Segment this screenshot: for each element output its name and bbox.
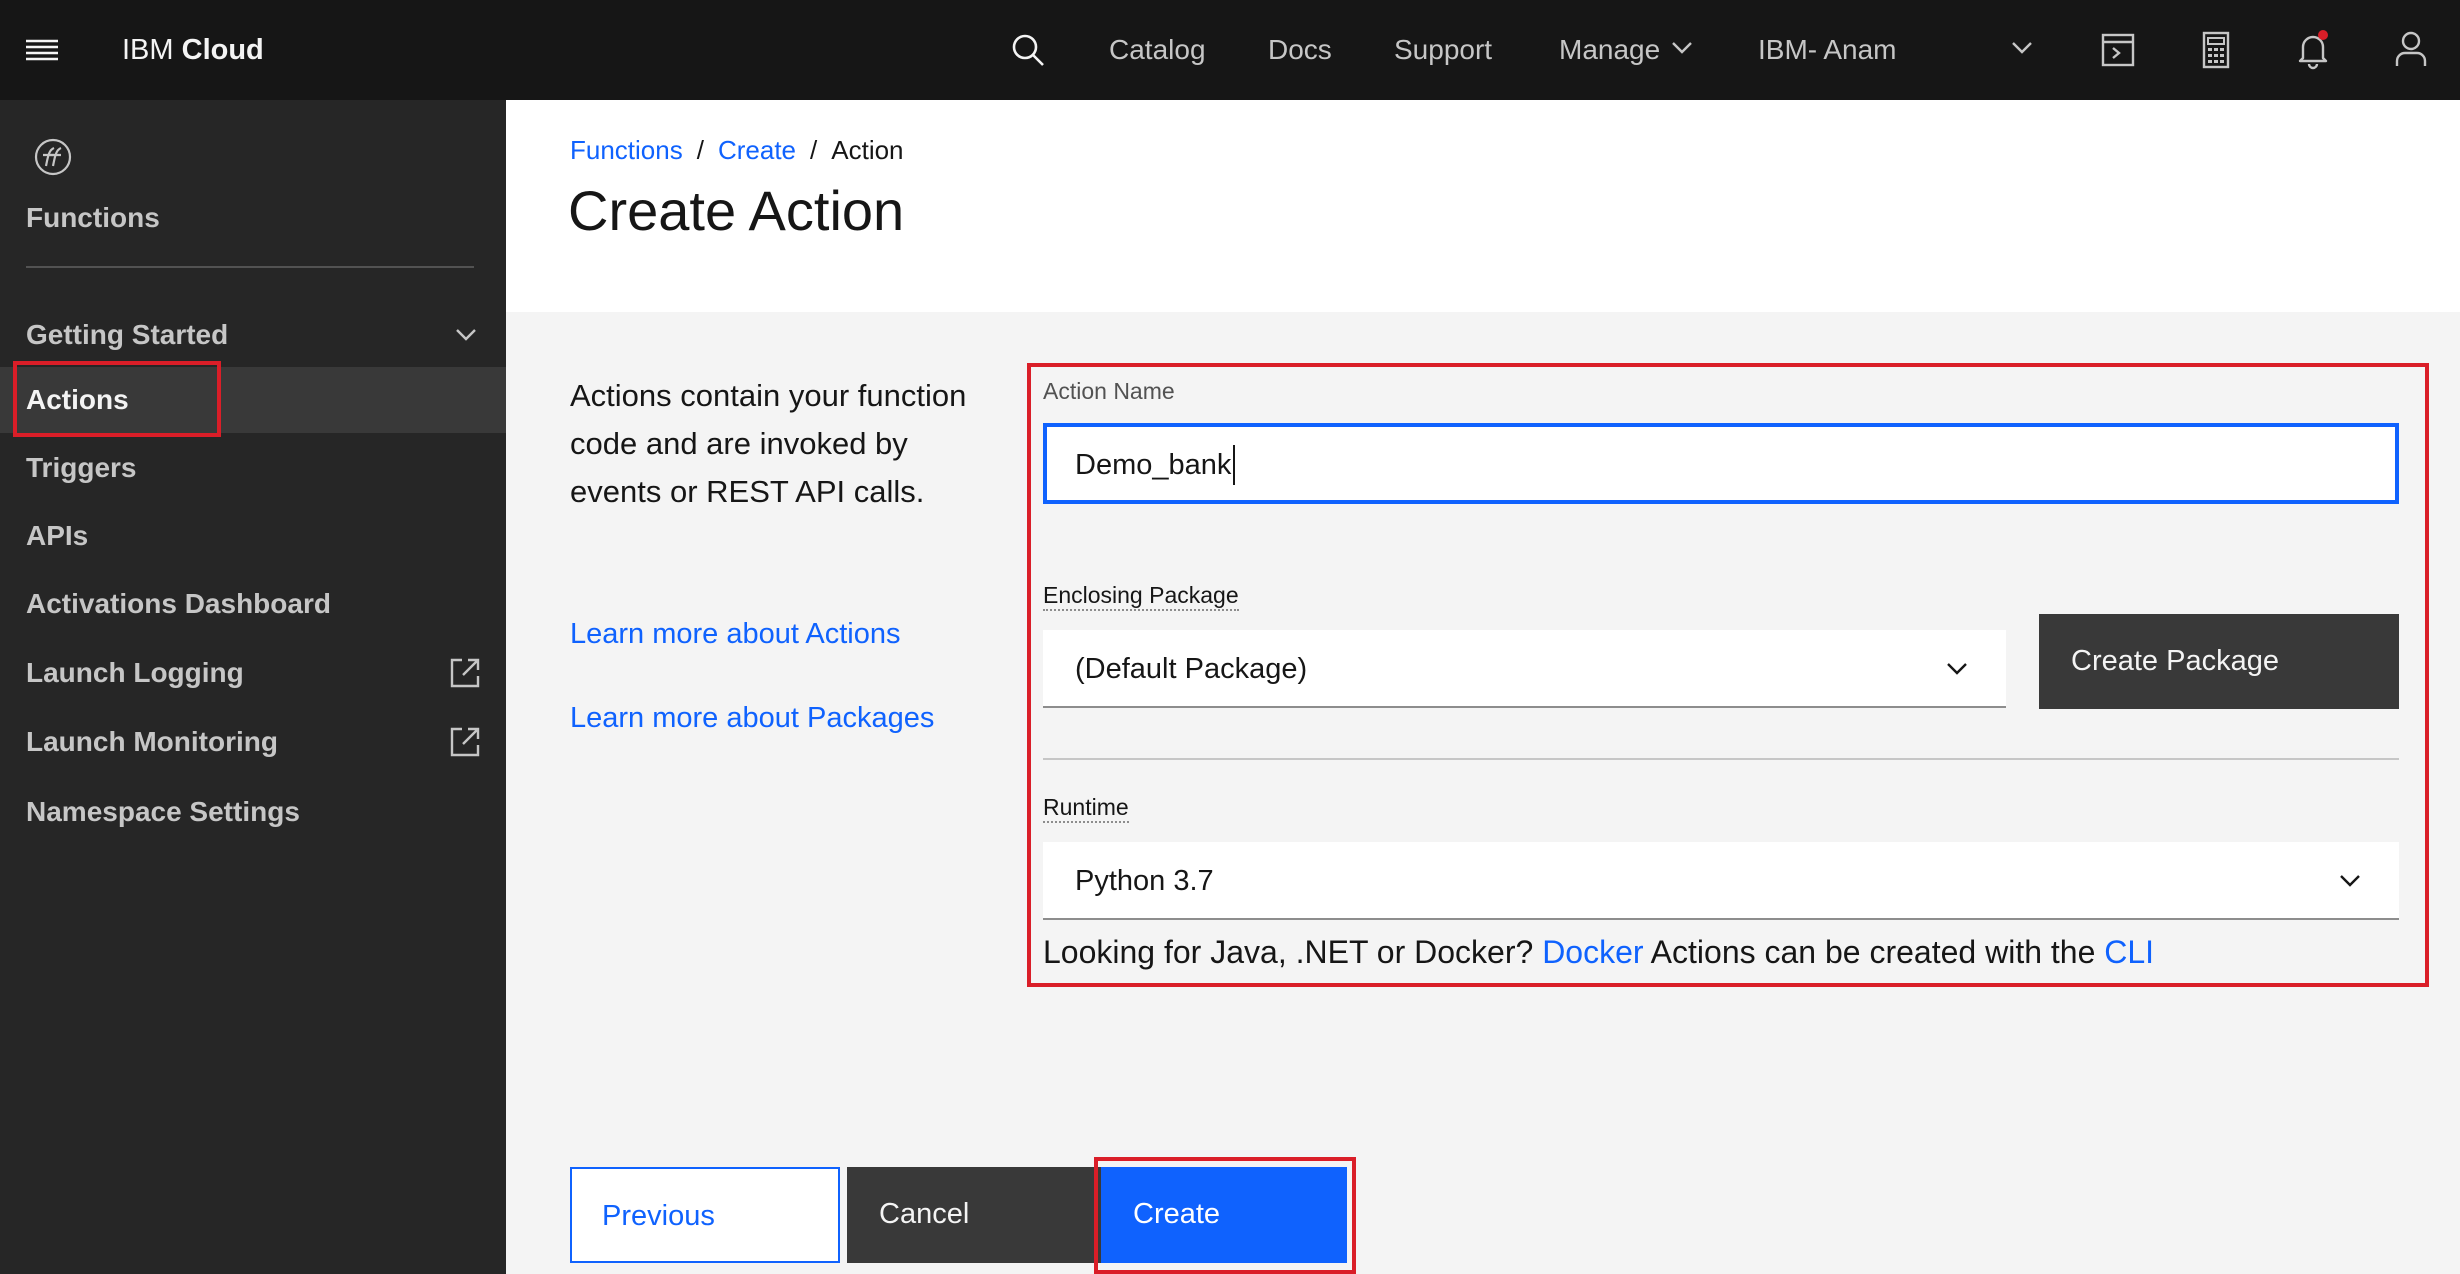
form-divider xyxy=(1043,758,2399,760)
action-name-input[interactable]: Demo_bank xyxy=(1043,423,2399,504)
enclosing-package-label: Enclosing Package xyxy=(1043,580,1239,611)
page-title: Create Action xyxy=(568,179,905,242)
runtime-select[interactable]: Python 3.7 xyxy=(1043,842,2399,920)
nav-catalog[interactable]: Catalog xyxy=(1109,30,1206,70)
sidebar-item-launch-logging[interactable]: Launch Logging xyxy=(0,640,506,706)
nav-docs[interactable]: Docs xyxy=(1268,30,1332,70)
breadcrumb-functions[interactable]: Functions xyxy=(570,135,683,165)
cli-link[interactable]: CLI xyxy=(2104,934,2154,970)
hint-prefix: Looking for Java, .NET or Docker? xyxy=(1043,934,1534,970)
sidebar-title[interactable]: Functions xyxy=(26,198,160,238)
hint-middle: Actions can be created with the xyxy=(1650,934,2096,970)
runtime-hint: Looking for Java, .NET or Docker? Docker… xyxy=(1043,932,2154,972)
search-icon[interactable] xyxy=(1008,30,1048,70)
brand-logo[interactable]: IBM Cloud xyxy=(122,30,264,70)
chevron-down-icon xyxy=(454,327,478,343)
action-name-value: Demo_bank xyxy=(1075,449,1232,481)
user-icon[interactable] xyxy=(2392,28,2430,70)
nav-support[interactable]: Support xyxy=(1394,30,1492,70)
chevron-down-icon[interactable] xyxy=(1671,40,1693,56)
learn-more-actions-link[interactable]: Learn more about Actions xyxy=(570,614,900,654)
terminal-icon[interactable] xyxy=(2099,30,2137,70)
sidebar-item-label: Triggers xyxy=(26,452,137,483)
runtime-label: Runtime xyxy=(1043,792,1129,823)
learn-more-packages-link[interactable]: Learn more about Packages xyxy=(570,698,934,738)
sidebar-item-getting-started[interactable]: Getting Started xyxy=(0,302,506,368)
breadcrumb-create[interactable]: Create xyxy=(718,135,796,165)
chevron-down-icon[interactable] xyxy=(2011,40,2033,56)
page-header: Functions / Create / Action Create Action xyxy=(506,100,2460,312)
sidebar-item-label: Namespace Settings xyxy=(26,796,300,827)
sidebar-item-launch-monitoring[interactable]: Launch Monitoring xyxy=(0,709,506,775)
sidebar-divider xyxy=(26,266,474,268)
sidebar-item-apis[interactable]: APIs xyxy=(0,503,506,569)
sidebar: Functions Getting Started Actions Trigge… xyxy=(0,100,506,1274)
notification-icon[interactable] xyxy=(2293,28,2333,70)
menu-icon[interactable] xyxy=(22,32,62,68)
cancel-button[interactable]: Cancel xyxy=(847,1167,1101,1263)
breadcrumb-separator: / xyxy=(810,135,818,165)
breadcrumb-separator: / xyxy=(696,135,704,165)
sidebar-item-triggers[interactable]: Triggers xyxy=(0,435,506,501)
sidebar-item-label: Launch Monitoring xyxy=(26,726,278,757)
sidebar-item-label: Launch Logging xyxy=(26,657,244,688)
runtime-value: Python 3.7 xyxy=(1075,865,1214,897)
sidebar-item-label: Activations Dashboard xyxy=(26,588,331,619)
calculator-icon[interactable] xyxy=(2197,30,2235,70)
highlight-box-create xyxy=(1094,1157,1356,1274)
top-nav-bar: IBM Cloud Catalog Docs Support Manage IB… xyxy=(0,0,2460,100)
brand-prefix: IBM xyxy=(122,34,174,66)
launch-icon xyxy=(448,725,482,759)
enclosing-package-select[interactable]: (Default Package) xyxy=(1043,630,2006,708)
chevron-down-icon xyxy=(2338,873,2362,889)
previous-button[interactable]: Previous xyxy=(570,1167,840,1263)
sidebar-item-activations-dashboard[interactable]: Activations Dashboard xyxy=(0,571,506,637)
enclosing-package-label-text: Enclosing Package xyxy=(1043,582,1239,611)
actions-description: Actions contain your function code and a… xyxy=(570,378,967,509)
highlight-box-actions xyxy=(13,361,221,437)
text-cursor xyxy=(1233,445,1235,485)
sidebar-item-label: APIs xyxy=(26,520,89,551)
runtime-label-text: Runtime xyxy=(1043,794,1129,823)
chevron-down-icon xyxy=(1945,661,1969,677)
sidebar-item-label: Getting Started xyxy=(26,319,229,350)
brand-bold: Cloud xyxy=(181,34,264,66)
functions-logo-icon xyxy=(32,136,74,178)
enclosing-package-value: (Default Package) xyxy=(1075,653,1308,685)
action-name-label: Action Name xyxy=(1043,378,1175,404)
breadcrumb: Functions / Create / Action xyxy=(570,130,904,170)
sidebar-item-namespace-settings[interactable]: Namespace Settings xyxy=(0,779,506,845)
create-package-button[interactable]: Create Package xyxy=(2039,614,2399,709)
breadcrumb-current: Action xyxy=(831,135,904,165)
nav-manage[interactable]: Manage xyxy=(1559,30,1660,70)
account-switcher[interactable]: IBM- Anam xyxy=(1758,30,1896,70)
docker-link[interactable]: Docker xyxy=(1542,934,1643,970)
launch-icon xyxy=(448,656,482,690)
